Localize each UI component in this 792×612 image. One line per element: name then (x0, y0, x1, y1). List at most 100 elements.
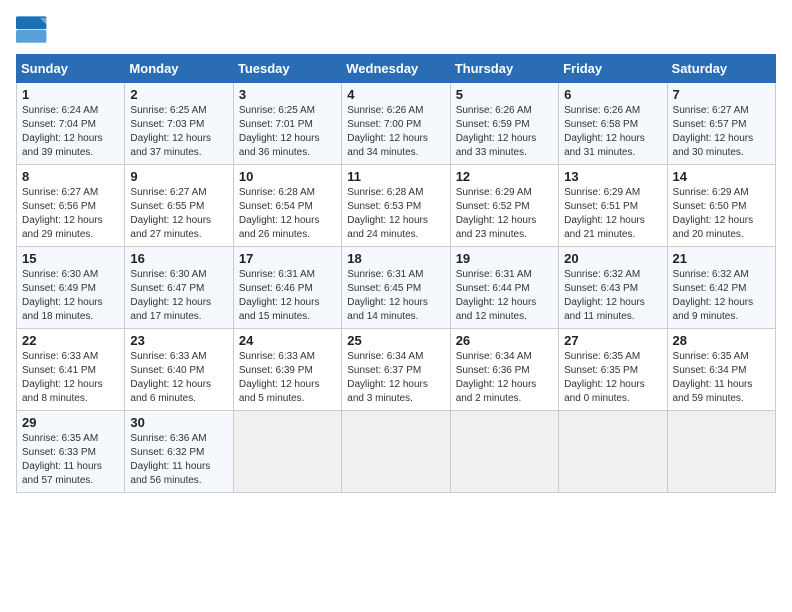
calendar-cell: 24 Sunrise: 6:33 AMSunset: 6:39 PMDaylig… (233, 329, 341, 411)
calendar-header: SundayMondayTuesdayWednesdayThursdayFrid… (17, 55, 776, 83)
calendar-cell: 8 Sunrise: 6:27 AMSunset: 6:56 PMDayligh… (17, 165, 125, 247)
calendar-table: SundayMondayTuesdayWednesdayThursdayFrid… (16, 54, 776, 493)
day-number: 27 (564, 333, 661, 348)
calendar-cell: 6 Sunrise: 6:26 AMSunset: 6:58 PMDayligh… (559, 83, 667, 165)
day-info: Sunrise: 6:36 AMSunset: 6:32 PMDaylight:… (130, 433, 210, 486)
day-info: Sunrise: 6:29 AMSunset: 6:51 PMDaylight:… (564, 187, 645, 240)
day-number: 22 (22, 333, 119, 348)
day-info: Sunrise: 6:28 AMSunset: 6:53 PMDaylight:… (347, 187, 428, 240)
day-number: 15 (22, 251, 119, 266)
calendar-cell: 20 Sunrise: 6:32 AMSunset: 6:43 PMDaylig… (559, 247, 667, 329)
day-info: Sunrise: 6:31 AMSunset: 6:44 PMDaylight:… (456, 269, 537, 322)
day-info: Sunrise: 6:31 AMSunset: 6:46 PMDaylight:… (239, 269, 320, 322)
column-header-monday: Monday (125, 55, 233, 83)
day-number: 19 (456, 251, 553, 266)
day-info: Sunrise: 6:30 AMSunset: 6:47 PMDaylight:… (130, 269, 211, 322)
day-number: 26 (456, 333, 553, 348)
calendar-cell: 25 Sunrise: 6:34 AMSunset: 6:37 PMDaylig… (342, 329, 450, 411)
day-number: 14 (673, 169, 770, 184)
day-number: 21 (673, 251, 770, 266)
day-info: Sunrise: 6:33 AMSunset: 6:40 PMDaylight:… (130, 351, 211, 404)
day-number: 7 (673, 87, 770, 102)
day-number: 25 (347, 333, 444, 348)
column-header-friday: Friday (559, 55, 667, 83)
calendar-cell: 19 Sunrise: 6:31 AMSunset: 6:44 PMDaylig… (450, 247, 558, 329)
calendar-cell: 4 Sunrise: 6:26 AMSunset: 7:00 PMDayligh… (342, 83, 450, 165)
column-header-wednesday: Wednesday (342, 55, 450, 83)
day-info: Sunrise: 6:31 AMSunset: 6:45 PMDaylight:… (347, 269, 428, 322)
day-info: Sunrise: 6:25 AMSunset: 7:03 PMDaylight:… (130, 105, 211, 158)
day-info: Sunrise: 6:27 AMSunset: 6:56 PMDaylight:… (22, 187, 103, 240)
calendar-cell: 26 Sunrise: 6:34 AMSunset: 6:36 PMDaylig… (450, 329, 558, 411)
calendar-cell: 29 Sunrise: 6:35 AMSunset: 6:33 PMDaylig… (17, 411, 125, 493)
calendar-cell: 16 Sunrise: 6:30 AMSunset: 6:47 PMDaylig… (125, 247, 233, 329)
calendar-cell: 11 Sunrise: 6:28 AMSunset: 6:53 PMDaylig… (342, 165, 450, 247)
calendar-cell (667, 411, 775, 493)
column-header-thursday: Thursday (450, 55, 558, 83)
day-number: 23 (130, 333, 227, 348)
day-info: Sunrise: 6:27 AMSunset: 6:55 PMDaylight:… (130, 187, 211, 240)
day-info: Sunrise: 6:26 AMSunset: 6:58 PMDaylight:… (564, 105, 645, 158)
day-number: 16 (130, 251, 227, 266)
calendar-cell: 1 Sunrise: 6:24 AMSunset: 7:04 PMDayligh… (17, 83, 125, 165)
day-info: Sunrise: 6:34 AMSunset: 6:36 PMDaylight:… (456, 351, 537, 404)
day-number: 20 (564, 251, 661, 266)
day-number: 13 (564, 169, 661, 184)
calendar-cell: 30 Sunrise: 6:36 AMSunset: 6:32 PMDaylig… (125, 411, 233, 493)
column-header-sunday: Sunday (17, 55, 125, 83)
day-number: 12 (456, 169, 553, 184)
day-info: Sunrise: 6:24 AMSunset: 7:04 PMDaylight:… (22, 105, 103, 158)
day-number: 29 (22, 415, 119, 430)
calendar-cell (233, 411, 341, 493)
calendar-cell: 22 Sunrise: 6:33 AMSunset: 6:41 PMDaylig… (17, 329, 125, 411)
day-info: Sunrise: 6:28 AMSunset: 6:54 PMDaylight:… (239, 187, 320, 240)
calendar-cell: 14 Sunrise: 6:29 AMSunset: 6:50 PMDaylig… (667, 165, 775, 247)
day-info: Sunrise: 6:29 AMSunset: 6:52 PMDaylight:… (456, 187, 537, 240)
day-info: Sunrise: 6:32 AMSunset: 6:43 PMDaylight:… (564, 269, 645, 322)
calendar-body: 1 Sunrise: 6:24 AMSunset: 7:04 PMDayligh… (17, 83, 776, 493)
day-number: 28 (673, 333, 770, 348)
day-info: Sunrise: 6:33 AMSunset: 6:41 PMDaylight:… (22, 351, 103, 404)
calendar-cell: 17 Sunrise: 6:31 AMSunset: 6:46 PMDaylig… (233, 247, 341, 329)
calendar-cell: 3 Sunrise: 6:25 AMSunset: 7:01 PMDayligh… (233, 83, 341, 165)
calendar-cell: 18 Sunrise: 6:31 AMSunset: 6:45 PMDaylig… (342, 247, 450, 329)
day-number: 18 (347, 251, 444, 266)
day-number: 3 (239, 87, 336, 102)
calendar-cell: 13 Sunrise: 6:29 AMSunset: 6:51 PMDaylig… (559, 165, 667, 247)
day-info: Sunrise: 6:30 AMSunset: 6:49 PMDaylight:… (22, 269, 103, 322)
day-number: 17 (239, 251, 336, 266)
calendar-cell: 15 Sunrise: 6:30 AMSunset: 6:49 PMDaylig… (17, 247, 125, 329)
day-number: 24 (239, 333, 336, 348)
week-row-3: 15 Sunrise: 6:30 AMSunset: 6:49 PMDaylig… (17, 247, 776, 329)
day-info: Sunrise: 6:35 AMSunset: 6:34 PMDaylight:… (673, 351, 753, 404)
day-info: Sunrise: 6:35 AMSunset: 6:33 PMDaylight:… (22, 433, 102, 486)
calendar-cell: 9 Sunrise: 6:27 AMSunset: 6:55 PMDayligh… (125, 165, 233, 247)
calendar-cell (559, 411, 667, 493)
day-number: 6 (564, 87, 661, 102)
day-info: Sunrise: 6:33 AMSunset: 6:39 PMDaylight:… (239, 351, 320, 404)
calendar-cell: 27 Sunrise: 6:35 AMSunset: 6:35 PMDaylig… (559, 329, 667, 411)
calendar-cell: 7 Sunrise: 6:27 AMSunset: 6:57 PMDayligh… (667, 83, 775, 165)
column-header-tuesday: Tuesday (233, 55, 341, 83)
page-header (16, 16, 776, 44)
week-row-4: 22 Sunrise: 6:33 AMSunset: 6:41 PMDaylig… (17, 329, 776, 411)
day-info: Sunrise: 6:34 AMSunset: 6:37 PMDaylight:… (347, 351, 428, 404)
header-row: SundayMondayTuesdayWednesdayThursdayFrid… (17, 55, 776, 83)
week-row-2: 8 Sunrise: 6:27 AMSunset: 6:56 PMDayligh… (17, 165, 776, 247)
calendar-cell: 28 Sunrise: 6:35 AMSunset: 6:34 PMDaylig… (667, 329, 775, 411)
day-number: 30 (130, 415, 227, 430)
calendar-cell: 2 Sunrise: 6:25 AMSunset: 7:03 PMDayligh… (125, 83, 233, 165)
calendar-cell (342, 411, 450, 493)
calendar-cell: 23 Sunrise: 6:33 AMSunset: 6:40 PMDaylig… (125, 329, 233, 411)
day-info: Sunrise: 6:27 AMSunset: 6:57 PMDaylight:… (673, 105, 754, 158)
day-number: 9 (130, 169, 227, 184)
day-number: 1 (22, 87, 119, 102)
day-info: Sunrise: 6:26 AMSunset: 7:00 PMDaylight:… (347, 105, 428, 158)
week-row-1: 1 Sunrise: 6:24 AMSunset: 7:04 PMDayligh… (17, 83, 776, 165)
day-number: 2 (130, 87, 227, 102)
day-number: 10 (239, 169, 336, 184)
day-number: 11 (347, 169, 444, 184)
calendar-cell (450, 411, 558, 493)
day-number: 8 (22, 169, 119, 184)
day-info: Sunrise: 6:25 AMSunset: 7:01 PMDaylight:… (239, 105, 320, 158)
